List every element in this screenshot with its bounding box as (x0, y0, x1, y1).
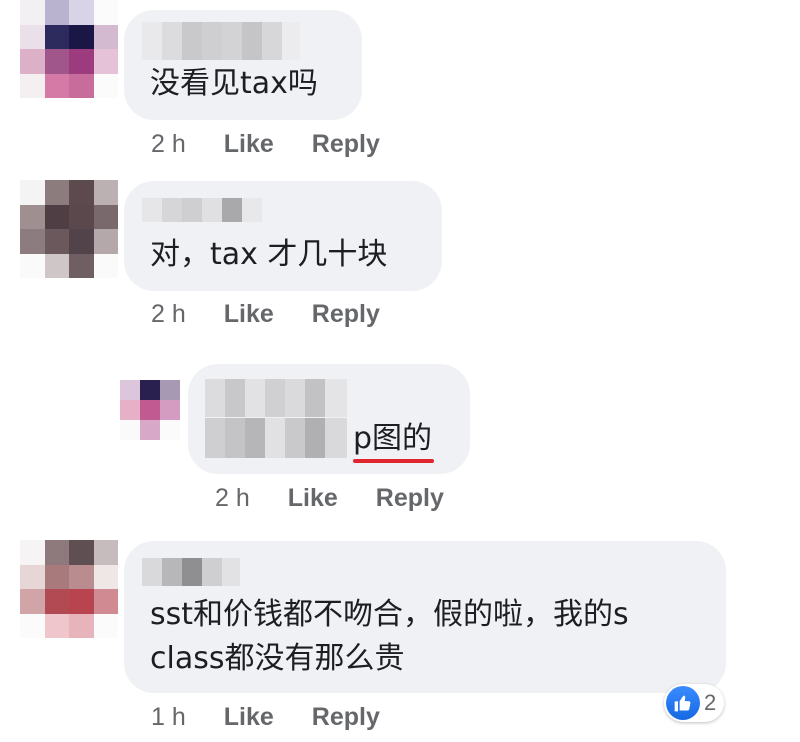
reaction-count: 2 (704, 690, 717, 715)
reply-button[interactable]: Reply (312, 130, 380, 159)
comment-text: 没看见tax吗 (150, 66, 318, 101)
like-button[interactable]: Like (224, 130, 274, 159)
author-name-blurred[interactable] (142, 558, 240, 586)
comment-text: p图的 (353, 421, 433, 456)
comment-timestamp: 2 h (215, 483, 250, 512)
comment-meta: 2 h Like Reply (215, 480, 444, 516)
comment-text: 对，tax 才几十块 (150, 237, 388, 272)
like-button[interactable]: Like (224, 300, 274, 329)
reply-button[interactable]: Reply (312, 300, 380, 329)
comment-meta: 2 h Like Reply (151, 126, 380, 162)
thumbs-up-icon (666, 686, 700, 720)
author-name-blurred (205, 418, 347, 458)
avatar[interactable] (20, 180, 118, 278)
comment-text-line2: class都没有那么贵 (150, 641, 405, 676)
comment-timestamp: 2 h (151, 129, 186, 158)
comment-timestamp: 1 h (151, 702, 186, 731)
comment-meta: 2 h Like Reply (151, 296, 380, 332)
like-button[interactable]: Like (288, 484, 338, 513)
avatar[interactable] (20, 540, 118, 638)
spellcheck-underline (353, 459, 434, 463)
avatar[interactable] (120, 380, 180, 440)
comment-timestamp: 2 h (151, 299, 186, 328)
comment-meta: 1 h Like Reply (151, 699, 380, 735)
reply-button[interactable]: Reply (376, 484, 444, 513)
author-name-blurred[interactable] (142, 22, 300, 60)
avatar[interactable] (20, 0, 118, 98)
author-name-blurred[interactable] (142, 198, 262, 222)
like-button[interactable]: Like (224, 703, 274, 732)
comment-text-line1: sst和价钱都不吻合，假的啦，我的s (150, 597, 629, 632)
reaction-summary[interactable]: 2 (664, 684, 725, 722)
reply-button[interactable]: Reply (312, 703, 380, 732)
author-name-blurred[interactable] (205, 379, 347, 417)
